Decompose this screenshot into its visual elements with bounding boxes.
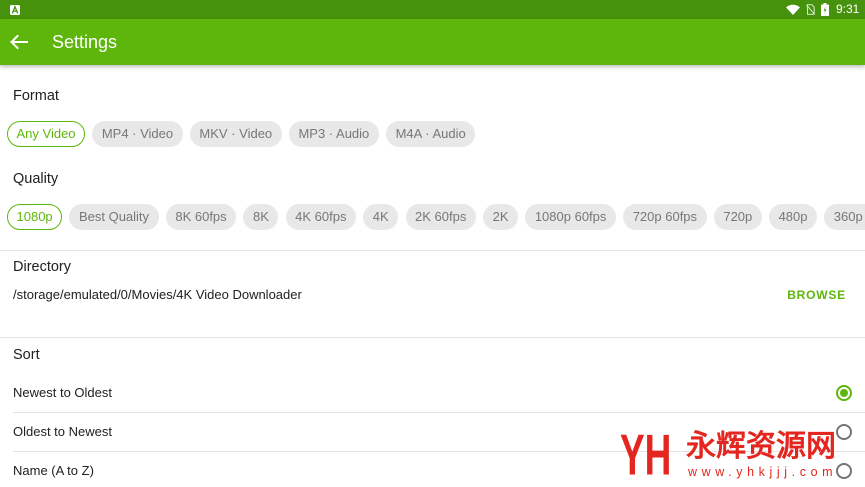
a-notification-icon [10, 5, 20, 15]
battery-icon [821, 3, 829, 16]
no-sim-icon [806, 4, 815, 15]
format-chip-mp3-audio[interactable]: MP3 · Audio [288, 121, 379, 147]
radio-button[interactable] [836, 463, 852, 479]
quality-chip-1080p-60fps[interactable]: 1080p 60fps [525, 204, 616, 230]
quality-chip-8k[interactable]: 8K [243, 204, 279, 230]
directory-label: Directory [13, 259, 72, 275]
format-chip-mkv-video[interactable]: MKV · Video [189, 121, 282, 147]
radio-button[interactable] [836, 385, 852, 401]
page-title: Settings [52, 32, 118, 52]
status-bar: 9:31 [0, 0, 865, 19]
settings-screen: 9:31 Settings Format Any Video MP4 · Vid… [0, 0, 865, 487]
sort-option-newest-to-oldest[interactable]: Newest to Oldest [0, 374, 865, 412]
sort-option-label: Oldest to Newest [13, 424, 112, 439]
radio-button[interactable] [836, 424, 852, 440]
quality-chip-360p[interactable]: 360p [824, 204, 865, 230]
status-time: 9:31 [836, 2, 860, 16]
quality-chip-4k-60fps[interactable]: 4K 60fps [285, 204, 356, 230]
format-chip-any-video[interactable]: Any Video [7, 121, 86, 147]
sort-label: Sort [13, 347, 40, 363]
quality-chip-best-quality[interactable]: Best Quality [69, 204, 159, 230]
wifi-icon [786, 4, 800, 15]
divider [0, 250, 865, 251]
divider [0, 337, 865, 338]
quality-chip-480p[interactable]: 480p [769, 204, 817, 230]
directory-path: /storage/emulated/0/Movies/4K Video Down… [13, 287, 302, 302]
quality-chip-720p-60fps[interactable]: 720p 60fps [623, 204, 707, 230]
quality-chip-group: 1080p Best Quality 8K 60fps 8K 4K 60fps … [7, 204, 865, 230]
sort-option-label: Name (A to Z) [13, 463, 94, 478]
quality-chip-8k-60fps[interactable]: 8K 60fps [165, 204, 237, 230]
sort-option-oldest-to-newest[interactable]: Oldest to Newest [0, 413, 865, 451]
sort-option-label: Newest to Oldest [13, 385, 112, 400]
sort-option-name-a-to-z[interactable]: Name (A to Z) [0, 452, 865, 487]
quality-chip-720p[interactable]: 720p [713, 204, 762, 230]
quality-chip-1080p[interactable]: 1080p [7, 204, 63, 230]
format-label: Format [13, 88, 59, 104]
browse-button[interactable]: BROWSE [787, 286, 846, 304]
quality-chip-2k-60fps[interactable]: 2K 60fps [405, 204, 476, 230]
quality-label: Quality [13, 171, 59, 187]
quality-chip-4k[interactable]: 4K [363, 204, 399, 230]
back-arrow-icon [10, 34, 28, 50]
format-chip-m4a-audio[interactable]: M4A · Audio [386, 121, 476, 147]
quality-chip-2k[interactable]: 2K [483, 204, 519, 230]
app-bar: Settings [0, 19, 865, 65]
back-button[interactable] [3, 26, 35, 58]
format-chip-mp4-video[interactable]: MP4 · Video [92, 121, 183, 147]
format-chip-group: Any Video MP4 · Video MKV · Video MP3 · … [7, 121, 865, 147]
